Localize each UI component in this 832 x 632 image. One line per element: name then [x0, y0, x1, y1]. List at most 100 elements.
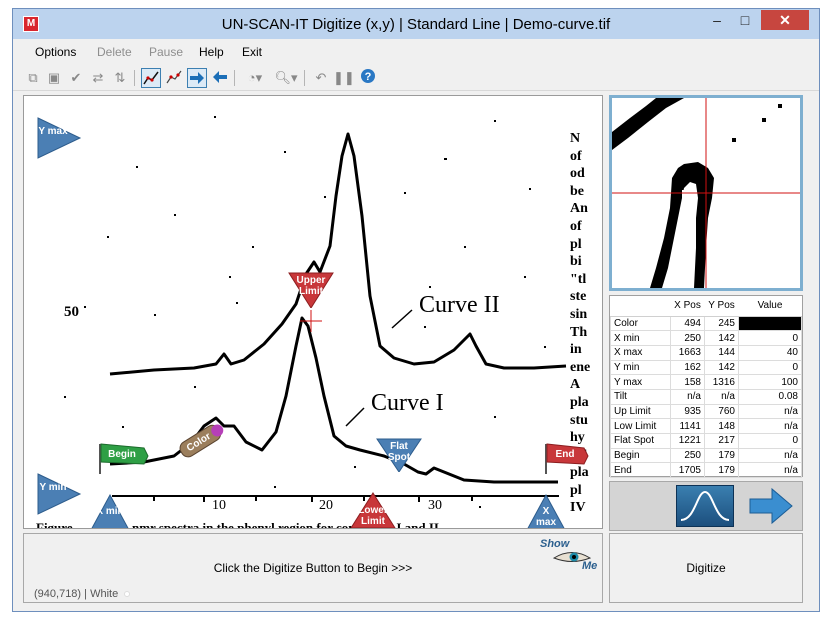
title-bar: M UN-SCAN-IT Digitize (x,y) | Standard L…: [13, 9, 819, 39]
undo-icon[interactable]: ↶: [311, 68, 331, 88]
toolbar-separator: [304, 70, 305, 86]
table-header: X Pos: [670, 296, 705, 317]
menu-pause[interactable]: Pause: [149, 45, 183, 59]
app-window: M UN-SCAN-IT Digitize (x,y) | Standard L…: [12, 8, 820, 612]
flat-spot-marker[interactable]: Flat Spot: [376, 438, 422, 472]
show-me-button[interactable]: Show Me: [540, 538, 602, 574]
side-text-line: pl: [570, 482, 582, 498]
side-text-line: sin: [570, 306, 588, 322]
toolbar-separator: [234, 70, 235, 86]
check-icon[interactable]: ✔: [66, 68, 86, 88]
x-max-marker[interactable]: X max: [526, 494, 566, 528]
table-cell: 1221: [670, 433, 705, 449]
pixel-color-swatch: [124, 591, 131, 597]
table-row: Up Limit 935 760 n/a: [610, 403, 802, 420]
arrow-right-icon[interactable]: [187, 68, 207, 88]
arrow-left-icon[interactable]: [210, 68, 230, 88]
table-cell: 148: [704, 418, 739, 434]
side-text-line: pla: [570, 394, 589, 410]
zoom-image: [612, 98, 800, 288]
table-cell: 179: [704, 462, 739, 479]
toolbar-separator: [134, 70, 135, 86]
side-text-line: N: [570, 131, 581, 146]
table-cell[interactable]: 0.08: [738, 388, 802, 405]
y-max-label: Y max: [38, 126, 68, 137]
y-min-label: Y min: [39, 482, 67, 493]
table-cell: X max: [610, 344, 671, 361]
next-arrow-button[interactable]: [748, 487, 794, 525]
table-cell[interactable]: 40: [738, 344, 802, 361]
x-tick-label-10: 10: [212, 498, 226, 513]
x-tick-label-30: 30: [428, 498, 442, 513]
end-flag-marker[interactable]: End: [544, 442, 592, 474]
help-icon[interactable]: ?: [358, 68, 378, 88]
x-min-marker[interactable]: X min: [90, 494, 130, 528]
table-cell: n/a: [738, 403, 802, 420]
upper-limit-marker[interactable]: Upper Limit: [288, 272, 334, 308]
table-cell: 142: [704, 330, 739, 346]
side-text-line: pl: [570, 236, 582, 252]
y-tick-label-50: 50: [64, 304, 79, 320]
table-cell: Low Limit: [610, 418, 671, 434]
mode-button-panel: [609, 481, 803, 531]
table-cell: 142: [704, 359, 739, 376]
lower-limit-marker[interactable]: Lower Limit: [350, 492, 396, 528]
curve-mode-button[interactable]: [676, 485, 734, 527]
table-cell: 162: [670, 359, 705, 376]
table-cell[interactable]: 0: [738, 330, 802, 346]
menu-options[interactable]: Options: [35, 45, 76, 59]
menu-exit[interactable]: Exit: [242, 45, 262, 59]
digitize-button[interactable]: Digitize: [609, 533, 803, 603]
table-cell: n/a: [670, 388, 705, 405]
table-cell: n/a: [704, 388, 739, 405]
bell-curve-icon: [680, 490, 730, 521]
table-row: Y max 158 1316 100: [610, 374, 802, 390]
lower-limit-label: Lower Limit: [358, 505, 388, 527]
zoom-icon[interactable]: 🔍︎▾: [272, 68, 300, 88]
side-text-line: od: [570, 166, 585, 182]
table-cell[interactable]: 100: [738, 374, 802, 390]
table-cell: 250: [670, 447, 705, 464]
table-cell: X min: [610, 330, 671, 346]
y-max-marker[interactable]: Y max: [36, 116, 82, 162]
table-row: X min 250 142 0: [610, 330, 802, 346]
status-message: Click the Digitize Button to Begin >>>: [213, 561, 413, 575]
table-cell: n/a: [738, 462, 802, 479]
close-button[interactable]: ✕: [761, 10, 809, 30]
caption-label: Figure: [36, 520, 73, 529]
pause-icon[interactable]: ❚❚: [333, 68, 355, 88]
menu-bar: Options Delete Pause Help Exit: [13, 42, 819, 62]
gauge-icon[interactable]: ◔▾: [241, 68, 269, 88]
swap-y-icon[interactable]: ⇅: [110, 68, 130, 88]
table-row: Flat Spot 1221 217 0: [610, 433, 802, 449]
maximize-button[interactable]: □: [733, 10, 757, 30]
curve-ii: [109, 132, 567, 376]
scanned-image-canvas[interactable]: 50 Curve II Curve I 10 20 30 Figure nmr …: [23, 95, 603, 529]
swap-x-icon[interactable]: ⇄: [88, 68, 108, 88]
zoom-preview[interactable]: [609, 95, 803, 291]
side-text-line: IV: [570, 500, 586, 516]
end-label: End: [555, 449, 575, 460]
table-cell: End: [610, 462, 671, 479]
color-swatch: [738, 315, 802, 332]
table-row: Color 494 245: [610, 315, 802, 332]
table-cell[interactable]: 0: [738, 433, 802, 449]
save-icon[interactable]: ▣: [44, 68, 64, 88]
curve-i-leader: [345, 407, 365, 427]
point-mode-icon[interactable]: [164, 68, 184, 88]
menu-delete[interactable]: Delete: [97, 45, 132, 59]
line-mode-icon[interactable]: [141, 68, 161, 88]
menu-help[interactable]: Help: [199, 45, 224, 59]
minimize-button[interactable]: –: [705, 10, 729, 30]
copy-icon[interactable]: ⧉: [23, 68, 43, 88]
flat-spot-label: Flat Spot: [387, 441, 411, 463]
table-row: End 1705 179 n/a: [610, 462, 802, 479]
y-min-marker[interactable]: Y min: [36, 472, 82, 518]
table-cell: 158: [670, 374, 705, 390]
x-tick-label-20: 20: [319, 498, 333, 513]
side-text-line: A: [570, 377, 581, 393]
begin-flag-marker[interactable]: Begin: [98, 442, 150, 474]
table-cell[interactable]: 0: [738, 359, 802, 376]
status-panel: Click the Digitize Button to Begin >>> (…: [23, 533, 603, 603]
status-bar: (940,718) | White: [34, 588, 131, 600]
